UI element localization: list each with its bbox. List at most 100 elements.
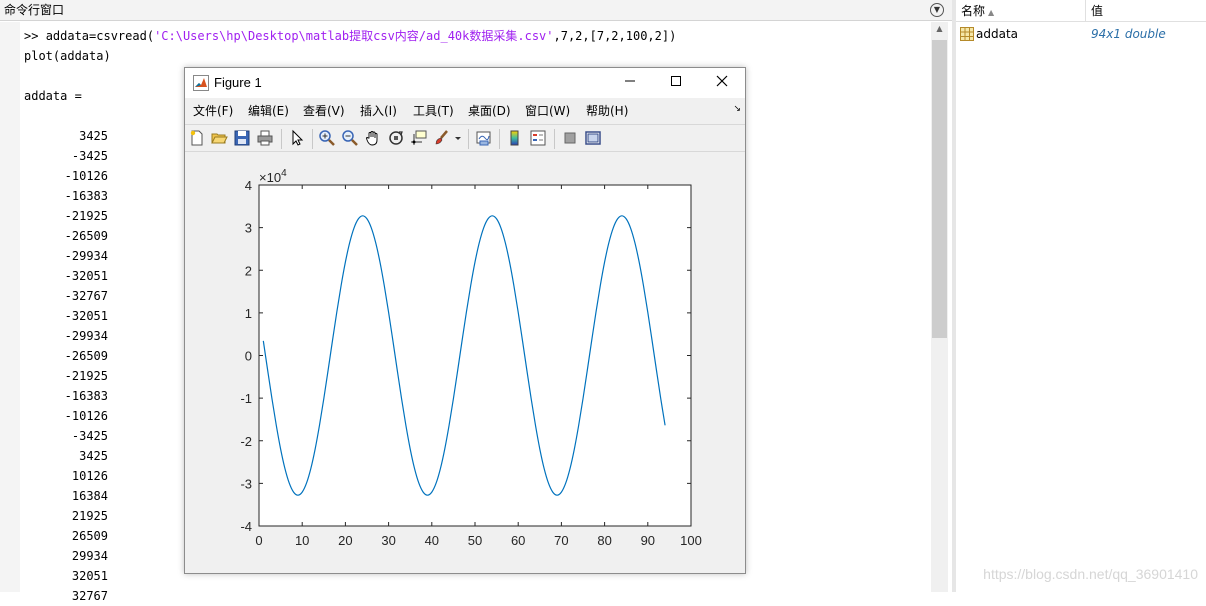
close-icon [716,75,728,87]
output-value: -10126 [64,169,108,183]
menu-tools[interactable]: 工具(T) [413,100,454,122]
plot-axes[interactable]: 0 10 20 30 40 50 60 70 80 90 100-4-3-2-101234 ×104 [185,153,745,573]
command-window-gutter [0,22,20,592]
pointer-icon[interactable] [288,129,306,147]
output-value: 21925 [71,509,108,523]
menu-desktop[interactable]: 桌面(D) [468,100,511,122]
command-text: addata=csvread( [45,29,155,43]
workspace-panel: 名称 ▲ 值 addata 94x1 double https://blog.cs… [956,0,1206,592]
figure-toolbar [185,124,745,152]
command-window-titlebar: 命令行窗口 ▼ [0,0,952,21]
variable-value: 94x1 double [1091,27,1166,41]
command-window-title: 命令行窗口 [4,3,65,17]
workspace-variable-row[interactable]: addata 94x1 double [956,24,1206,44]
output-value: 10126 [71,469,108,483]
matrix-variable-icon [960,27,974,41]
menu-view[interactable]: 查看(V) [303,100,345,122]
scroll-up-icon[interactable]: ▲ [931,24,948,38]
y-tick-label: -1 [240,391,252,406]
command-window-scrollbar[interactable]: ▲ [931,22,948,592]
dock-arrow-icon[interactable]: ↘ [733,104,741,114]
output-value: -29934 [64,329,108,343]
toolbar-separator [312,129,313,149]
toolbar-separator [554,129,555,149]
print-icon[interactable] [256,129,274,147]
show-plot-tools-icon[interactable] [584,129,602,147]
output-value: -21925 [64,209,108,223]
open-file-icon[interactable] [210,129,228,147]
sort-ascending-icon: ▲ [988,8,995,17]
output-value: 16384 [71,489,108,503]
x-tick-label: 100 [680,533,702,548]
scroll-thumb[interactable] [932,40,947,338]
y-tick-label: -4 [240,519,252,534]
brush-icon[interactable] [433,129,451,147]
panel-options-icon[interactable]: ▼ [930,3,944,17]
x-tick-label: 80 [597,533,611,548]
close-button[interactable] [699,68,745,98]
x-tick-label: 30 [381,533,395,548]
menu-window[interactable]: 窗口(W) [525,100,570,122]
minimize-button[interactable] [607,68,653,98]
x-tick-label: 60 [511,533,525,548]
y-tick-label: 1 [245,306,252,321]
column-name-label: 名称 [961,4,986,18]
legend-icon[interactable] [529,129,547,147]
zoom-out-icon[interactable] [341,129,359,147]
x-tick-label: 40 [425,533,439,548]
output-value: -3425 [71,149,108,163]
output-value: -32051 [64,309,108,323]
y-tick-label: 4 [245,178,252,193]
figure-canvas[interactable]: 0 10 20 30 40 50 60 70 80 90 100 -4 -3 -2 -1 0 1 2 3 4 ×104 [185,153,745,573]
output-value: -26509 [64,349,108,363]
command-line-1: >> addata=csvread('C:\Users\hp\Desktop\m… [24,26,924,46]
output-value: -16383 [64,389,108,403]
output-value: -16383 [64,189,108,203]
command-prompt: >> [24,29,39,43]
menu-file[interactable]: 文件(F) [193,100,233,122]
output-value: -32051 [64,269,108,283]
link-plot-icon[interactable] [475,129,493,147]
menu-edit[interactable]: 编辑(E) [248,100,289,122]
column-header-name[interactable]: 名称 ▲ [961,0,1086,22]
output-value: 3425 [79,129,108,143]
x-tick-label: 70 [554,533,568,548]
save-icon[interactable] [233,129,251,147]
maximize-button[interactable] [653,68,699,98]
pan-icon[interactable] [364,129,382,147]
new-figure-icon[interactable] [188,129,206,147]
hide-plot-tools-icon[interactable] [561,129,579,147]
menu-insert[interactable]: 插入(I) [360,100,397,122]
column-header-value[interactable]: 值 [1091,0,1201,22]
command-string-literal: 'C:\Users\hp\Desktop\matlab提取csv内容/ad_40… [154,29,554,43]
command-line-2: plot(addata) [24,49,111,63]
x-tick-label: 90 [641,533,655,548]
workspace-header: 名称 ▲ 值 [956,0,1206,22]
column-value-label: 值 [1091,4,1104,18]
output-value: 32767 [71,589,108,603]
exponent-base: ×10 [259,170,281,185]
y-exponent-label: ×104 [259,168,287,185]
x-tick-label: 50 [468,533,482,548]
figure-window[interactable]: Figure 1 文件(F) 编辑(E) 查看(V) 插入(I) 工具(T) 桌… [184,67,746,574]
figure-title: Figure 1 [214,75,262,90]
axes-background [259,185,691,526]
output-value: -3425 [71,429,108,443]
y-tick-label: 0 [245,349,252,364]
output-value: -26509 [64,229,108,243]
figure-titlebar[interactable]: Figure 1 [185,68,745,98]
x-tick-label: 10 [295,533,309,548]
toolbar-separator [281,129,282,149]
toolbar-separator [468,129,469,149]
menu-help[interactable]: 帮助(H) [586,100,628,122]
y-tick-label: 3 [245,221,252,236]
output-value: 3425 [79,449,108,463]
command-text-suffix: ,7,2,[7,2,100,2]) [553,29,677,43]
output-value: -32767 [64,289,108,303]
rotate-3d-icon[interactable] [387,129,405,147]
data-cursor-icon[interactable] [410,129,428,147]
x-tick-label: 0 [255,533,262,548]
zoom-in-icon[interactable] [318,129,336,147]
colorbar-icon[interactable] [506,129,524,147]
chevron-down-icon[interactable] [453,129,463,147]
